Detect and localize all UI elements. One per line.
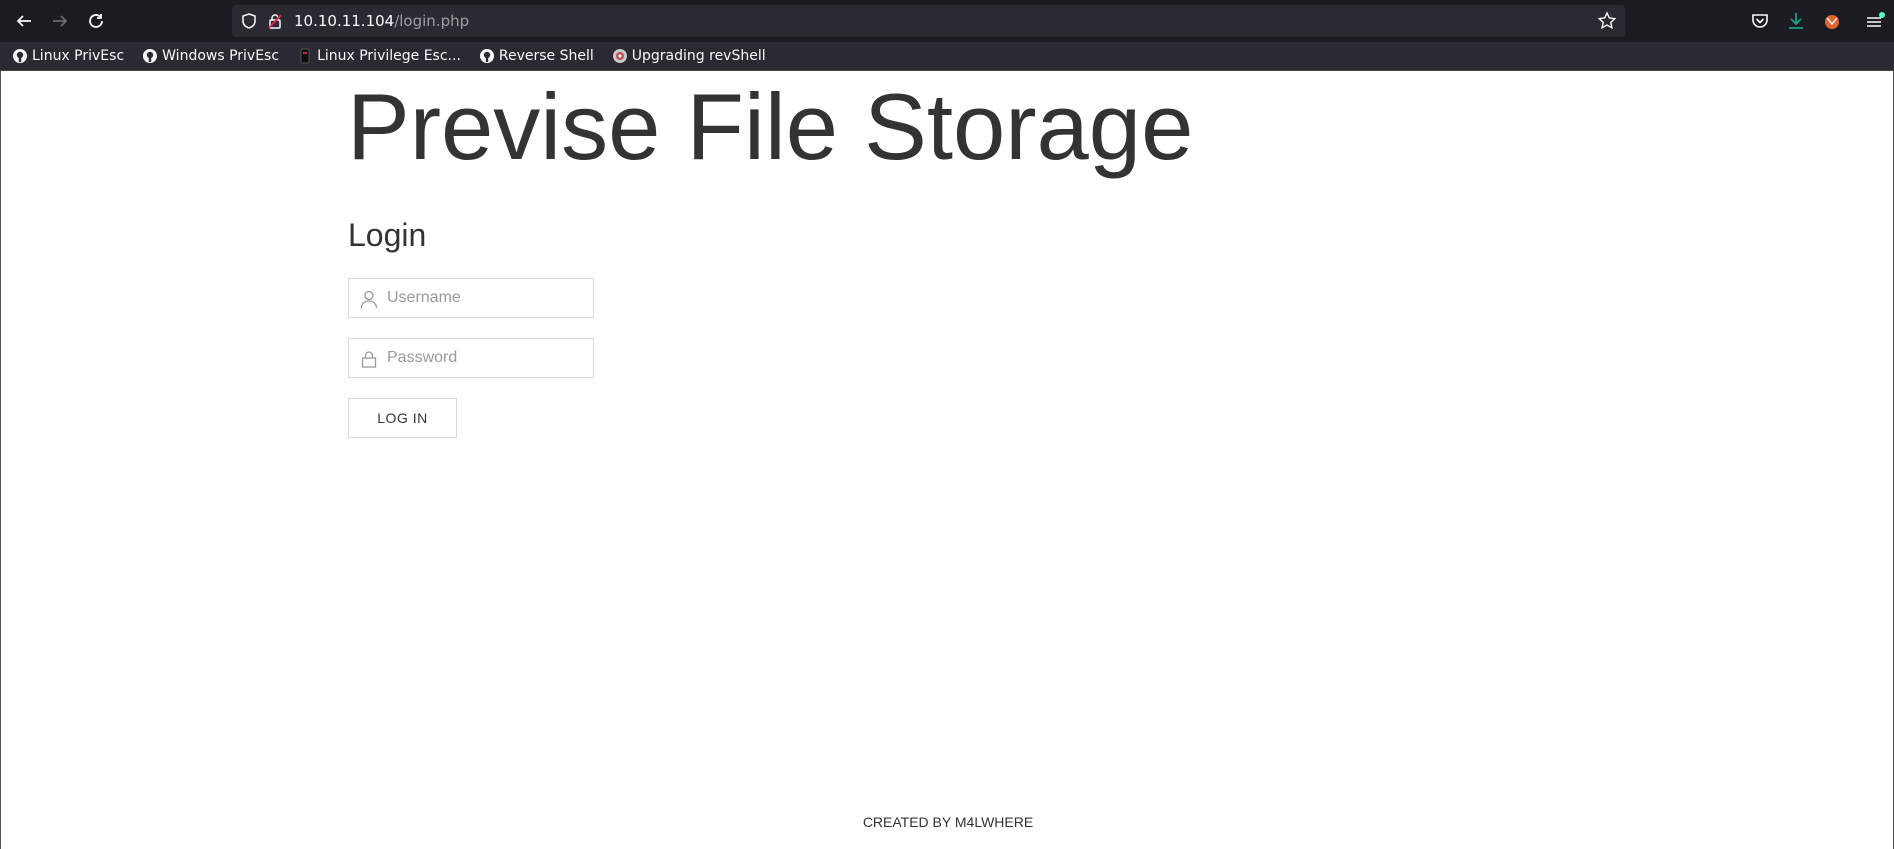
login-button[interactable]: LOG IN bbox=[348, 398, 457, 438]
url-path: /login.php bbox=[394, 12, 470, 30]
reload-button[interactable] bbox=[78, 3, 114, 39]
address-bar[interactable]: 10.10.11.104/login.php bbox=[232, 5, 1625, 37]
bookmark-label: Linux Privilege Esc... bbox=[317, 48, 461, 64]
page-icon bbox=[300, 48, 310, 64]
tracking-shield-icon[interactable] bbox=[240, 12, 258, 30]
username-field[interactable] bbox=[348, 278, 594, 318]
github-icon bbox=[479, 49, 494, 63]
bookmarks-toolbar: Linux PrivEsc Windows PrivEsc Linux Priv… bbox=[0, 42, 1894, 70]
bookmark-label: Windows PrivEsc bbox=[162, 48, 280, 64]
download-icon[interactable] bbox=[1784, 9, 1808, 33]
lock-icon bbox=[361, 351, 377, 368]
reload-icon bbox=[89, 14, 103, 28]
bookmark-star-icon[interactable] bbox=[1597, 11, 1617, 31]
bookmark-label: Reverse Shell bbox=[498, 48, 594, 64]
footer-credit: CREATED BY M4LWHERE bbox=[862, 814, 1034, 830]
bookmark-item[interactable]: Linux PrivEsc bbox=[0, 44, 130, 68]
url-text[interactable]: 10.10.11.104/login.php bbox=[294, 12, 469, 30]
page-content: Previse File Storage Login LOG IN CREATE… bbox=[0, 71, 1894, 849]
browser-toolbar: 10.10.11.104/login.php bbox=[0, 0, 1894, 42]
extension-icon[interactable] bbox=[1820, 9, 1844, 33]
login-heading: Login bbox=[348, 217, 427, 253]
password-input[interactable] bbox=[387, 339, 587, 377]
arrow-right-icon bbox=[53, 15, 68, 27]
bookmark-label: Linux PrivEsc bbox=[32, 48, 125, 64]
password-field[interactable] bbox=[348, 338, 594, 378]
bookmark-item[interactable]: Reverse Shell bbox=[467, 44, 600, 68]
user-icon bbox=[360, 290, 378, 309]
hamburger-menu-icon bbox=[1867, 12, 1885, 27]
site-icon bbox=[612, 49, 627, 63]
bookmark-item[interactable]: Windows PrivEsc bbox=[130, 44, 285, 68]
back-button[interactable] bbox=[6, 3, 42, 39]
username-input[interactable] bbox=[387, 279, 587, 317]
menu-button[interactable] bbox=[1862, 10, 1886, 34]
github-icon bbox=[13, 49, 27, 63]
github-icon bbox=[143, 49, 158, 63]
bookmark-item[interactable]: Linux Privilege Esc... bbox=[285, 44, 467, 68]
site-title: Previse File Storage bbox=[347, 74, 1194, 179]
pocket-icon[interactable] bbox=[1748, 9, 1772, 33]
url-host: 10.10.11.104 bbox=[294, 12, 395, 30]
bookmark-label: Upgrading revShell bbox=[631, 48, 766, 64]
insecure-lock-icon[interactable] bbox=[266, 12, 284, 30]
arrow-left-icon bbox=[16, 15, 31, 27]
forward-button[interactable] bbox=[42, 3, 78, 39]
bookmark-item[interactable]: Upgrading revShell bbox=[600, 44, 772, 68]
